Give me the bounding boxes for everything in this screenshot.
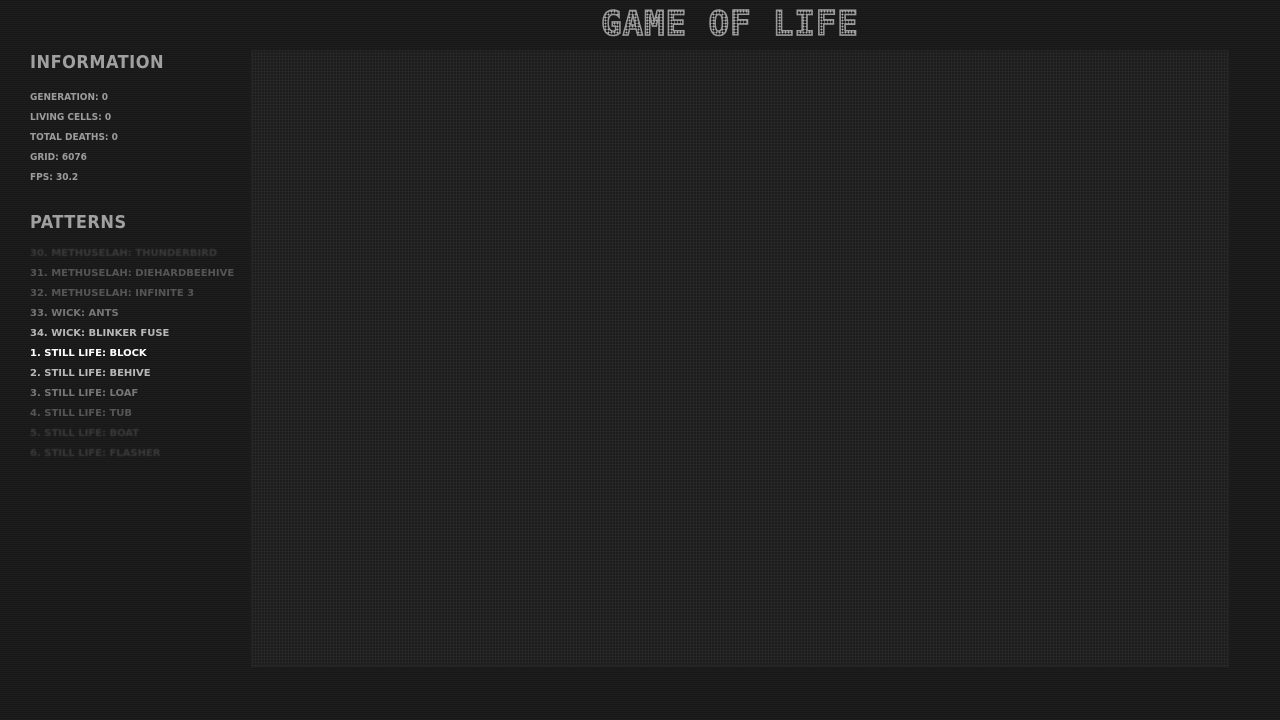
pattern-item[interactable]: 30. METHUSELAH: THUNDERBIRD xyxy=(30,246,240,266)
sidebar: INFORMATION GENERATION: 0 LIVING CELLS: … xyxy=(30,50,240,466)
grid-stat: GRID: 6076 xyxy=(30,152,87,163)
generation-stat: GENERATION: 0 xyxy=(30,92,108,103)
life-grid-canvas[interactable] xyxy=(251,50,1229,667)
pattern-item[interactable]: 4. STILL LIFE: TUB xyxy=(30,406,240,426)
game-title: GAME OF LIFE xyxy=(520,3,940,45)
living-cells-stat: LIVING CELLS: 0 xyxy=(30,112,112,123)
pattern-item[interactable]: 34. WICK: BLINKER FUSE xyxy=(30,326,240,346)
pattern-item[interactable]: 5. STILL LIFE: BOAT xyxy=(30,426,240,446)
pattern-item[interactable]: 6. STILL LIFE: FLASHER xyxy=(30,446,240,466)
pattern-item[interactable]: 33. WICK: ANTS xyxy=(30,306,240,326)
pattern-item[interactable]: 3. STILL LIFE: LOAF xyxy=(30,386,240,406)
total-deaths-stat: TOTAL DEATHS: 0 xyxy=(30,132,118,143)
pattern-item[interactable]: 32. METHUSELAH: INFINITE 3 xyxy=(30,286,240,306)
information-heading: INFORMATION xyxy=(30,52,165,73)
patterns-heading: PATTERNS xyxy=(30,212,127,233)
pattern-item[interactable]: 2. STILL LIFE: BEHIVE xyxy=(30,366,240,386)
pattern-list[interactable]: 30. METHUSELAH: THUNDERBIRD 31. METHUSEL… xyxy=(30,246,240,466)
information-list: GENERATION: 0 LIVING CELLS: 0 TOTAL DEAT… xyxy=(30,90,240,190)
pattern-item[interactable]: 31. METHUSELAH: DIEHARDBEEHIVE xyxy=(30,266,240,286)
fps-stat: FPS: 30.2 xyxy=(30,172,79,183)
pattern-item-selected[interactable]: 1. STILL LIFE: BLOCK xyxy=(30,346,240,366)
